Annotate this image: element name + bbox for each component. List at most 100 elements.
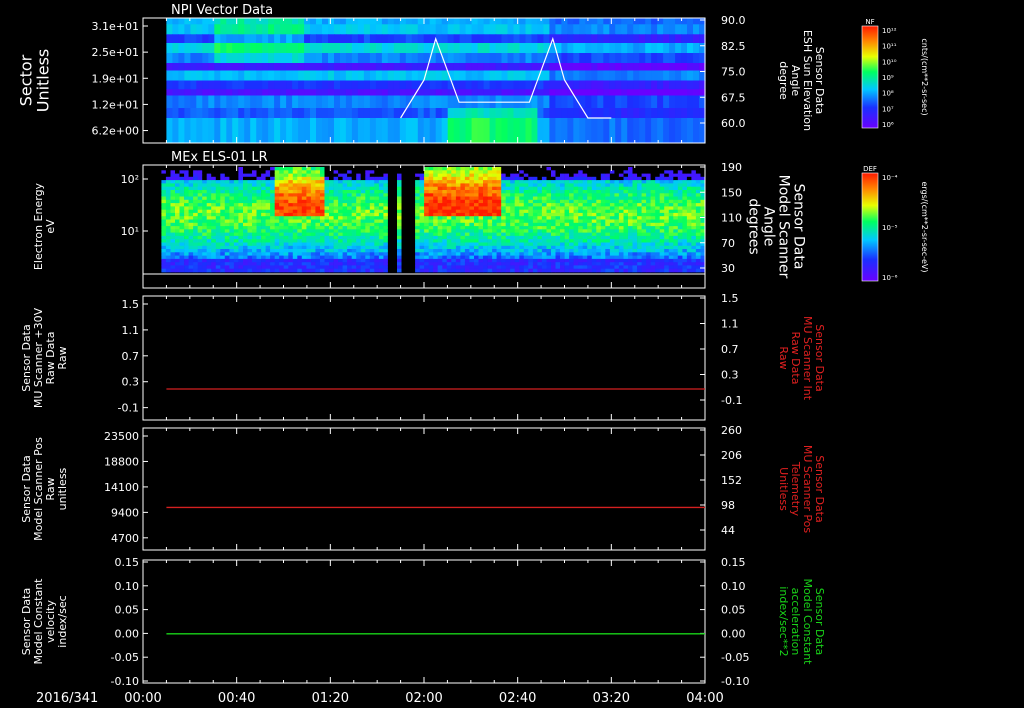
heatmap-cell — [578, 239, 584, 243]
heatmap-cell — [166, 34, 173, 44]
heatmap-cell — [650, 258, 656, 263]
heatmap-cell — [435, 108, 443, 119]
heatmap-cell — [315, 216, 321, 220]
heatmap-cell — [531, 108, 539, 119]
heatmap-cell — [244, 70, 251, 81]
heatmap-cell — [446, 255, 452, 260]
heatmap-cell — [555, 186, 561, 191]
heatmap-cell — [215, 196, 221, 201]
heatmap-cell — [546, 206, 552, 211]
heatmap-cell — [537, 199, 543, 204]
heatmap-cell — [496, 196, 502, 201]
heatmap-cell — [657, 63, 664, 71]
heatmap-cell — [687, 95, 694, 109]
heatmap-cell — [369, 226, 375, 230]
heatmap-cell — [637, 190, 642, 194]
heatmap-cell — [455, 255, 461, 260]
heatmap-cell — [306, 232, 312, 237]
heatmap-cell — [166, 89, 173, 97]
heatmap-cell — [618, 186, 624, 191]
heatmap-cell — [190, 63, 197, 71]
heatmap-cell — [681, 89, 688, 97]
heatmap-cell — [338, 268, 343, 273]
heatmap-cell — [551, 176, 556, 181]
heatmap-cell — [334, 108, 341, 119]
heatmap-cell — [513, 108, 521, 119]
heatmap-cell — [469, 193, 475, 197]
heatmap-cell — [587, 206, 593, 211]
heatmap-cell — [238, 268, 244, 273]
heatmap-cell — [591, 258, 597, 263]
heatmap-cell — [578, 216, 584, 220]
heatmap-cell — [206, 232, 212, 237]
heatmap-cell — [329, 212, 334, 217]
heatmap-cell — [229, 219, 235, 224]
heatmap-cell — [663, 95, 670, 109]
heatmap-cell — [687, 108, 694, 119]
heatmap-cell — [179, 183, 185, 188]
heatmap-cell — [605, 203, 611, 207]
heatmap-cell — [292, 183, 298, 188]
heatmap-cell — [170, 252, 176, 256]
heatmap-cell — [560, 183, 565, 188]
heatmap-cell — [165, 265, 171, 270]
heatmap-cell — [579, 53, 586, 64]
heatmap-cell — [301, 193, 307, 197]
heatmap-cell — [591, 80, 598, 90]
heatmap-cell — [247, 265, 253, 270]
heatmap-cell — [190, 118, 197, 144]
heatmap-cell — [184, 226, 189, 230]
heatmap-cell — [374, 212, 380, 217]
heatmap-cell — [569, 232, 574, 237]
heatmap-cell — [392, 180, 398, 184]
heatmap-cell — [673, 239, 679, 243]
heatmap-cell — [229, 239, 235, 243]
heatmap-cell — [301, 245, 307, 250]
heatmap-cell — [417, 95, 425, 109]
heatmap-cell — [387, 203, 393, 207]
heatmap-cell — [549, 18, 556, 25]
heatmap-cell — [415, 167, 420, 171]
heatmap-cell — [686, 173, 692, 178]
heatmap-cell — [651, 70, 658, 81]
heatmap-cell — [374, 209, 380, 214]
heatmap-cell — [315, 183, 321, 188]
heatmap-cell — [632, 170, 638, 174]
heatmap-cell — [596, 216, 602, 220]
heatmap-cell — [433, 222, 439, 227]
heatmap-cell — [310, 108, 317, 119]
heatmap-cell — [528, 203, 534, 207]
heatmap-cell — [202, 242, 208, 247]
heatmap-cell — [310, 255, 316, 260]
heatmap-cell — [573, 70, 580, 81]
heatmap-cell — [459, 18, 467, 25]
heatmap-cell — [397, 222, 402, 227]
heatmap-cell — [682, 173, 688, 178]
heatmap-cell — [286, 80, 293, 90]
heatmap-cell — [274, 268, 280, 273]
heatmap-cell — [387, 89, 395, 97]
heatmap-cell — [582, 226, 588, 230]
heatmap-cell — [324, 196, 330, 201]
heatmap-cell — [238, 262, 244, 266]
heatmap-cell — [333, 239, 339, 243]
heatmap-cell — [646, 219, 651, 224]
heatmap-cell — [591, 70, 598, 81]
heatmap-cell — [328, 95, 335, 109]
heatmap-cell — [591, 265, 597, 270]
heatmap-cell — [310, 43, 317, 54]
heatmap-cell — [496, 209, 502, 214]
heatmap-cell — [668, 209, 674, 214]
heatmap-cell — [188, 216, 194, 220]
heatmap-cell — [243, 186, 248, 191]
heatmap-cell — [668, 193, 674, 197]
heatmap-cell — [437, 203, 443, 207]
heatmap-cell — [220, 258, 226, 263]
heatmap-cell — [655, 216, 661, 220]
heatmap-cell — [628, 199, 633, 204]
heatmap-cell — [682, 193, 688, 197]
heatmap-cell — [175, 199, 180, 204]
heatmap-cell — [410, 196, 416, 201]
heatmap-cell — [247, 245, 253, 250]
heatmap-cell — [360, 203, 366, 207]
